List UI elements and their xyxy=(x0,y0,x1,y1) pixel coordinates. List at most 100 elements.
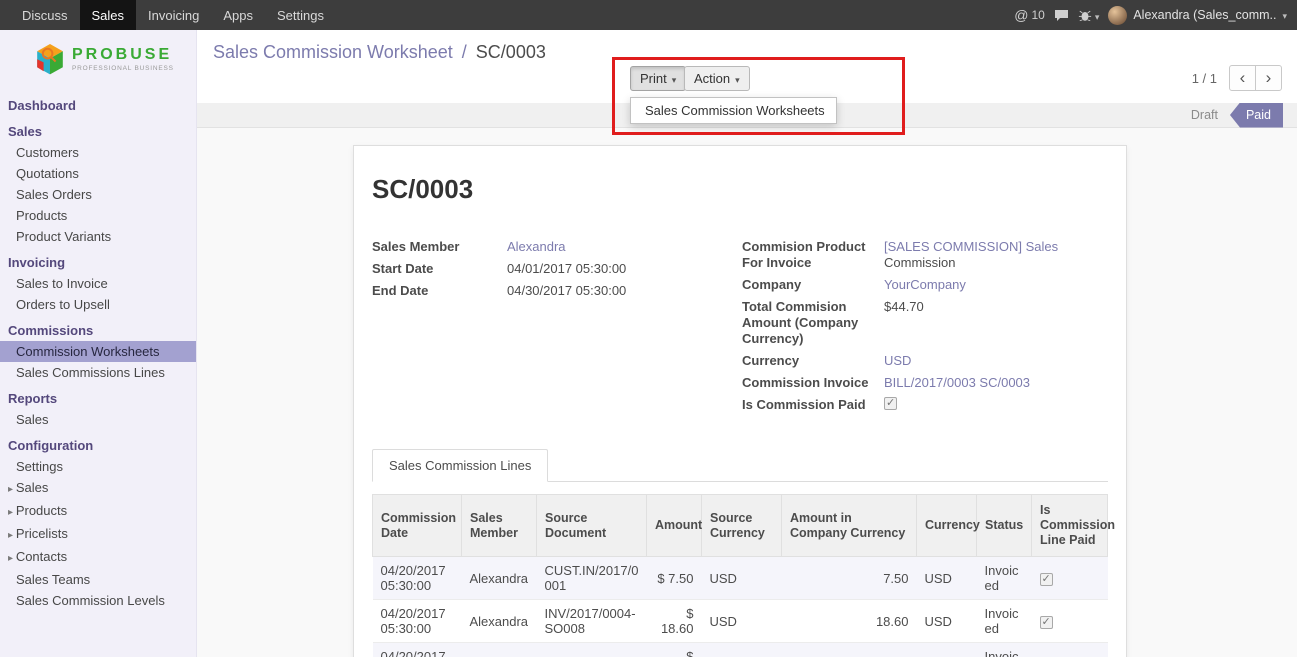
sidebar-item-sales-to-invoice[interactable]: Sales to Invoice xyxy=(0,273,196,294)
sidebar-item-customers[interactable]: Customers xyxy=(0,142,196,163)
user-name: Alexandra (Sales_comm.. xyxy=(1133,8,1276,22)
cell-amount: $ 18.60 xyxy=(647,600,702,643)
is-commission-paid-checkbox[interactable] xyxy=(884,397,897,410)
col-header-source-document[interactable]: Source Document xyxy=(537,495,647,557)
nav-settings[interactable]: Settings xyxy=(265,0,336,30)
sidebar-section-configuration[interactable]: Configuration xyxy=(0,435,196,456)
chat-bubble-icon xyxy=(1054,9,1069,22)
sidebar-section-invoicing[interactable]: Invoicing xyxy=(0,252,196,273)
line-paid-checkbox[interactable] xyxy=(1040,573,1053,586)
cell-commission-date: 04/20/2017 05:30:00 xyxy=(373,557,462,600)
table-row[interactable]: 04/20/2017 05:30:00 Alexandra CUST.IN/20… xyxy=(373,557,1108,600)
col-header-sales-member[interactable]: Sales Member xyxy=(462,495,537,557)
print-button[interactable]: Print xyxy=(630,66,686,91)
messages-button[interactable] xyxy=(1054,9,1069,22)
sidebar-item-sales-orders[interactable]: Sales Orders xyxy=(0,184,196,205)
commission-invoice-link[interactable]: BILL/2017/0003 SC/0003 xyxy=(884,375,1030,391)
cell-source-document: INV/2017/0004-SO008 xyxy=(537,600,647,643)
col-header-currency[interactable]: Currency xyxy=(917,495,977,557)
status-draft[interactable]: Draft xyxy=(1191,108,1218,122)
sidebar-item-config-sales[interactable]: Sales xyxy=(0,477,196,500)
start-date-value: 04/01/2017 05:30:00 xyxy=(507,261,626,277)
action-button[interactable]: Action xyxy=(684,66,750,91)
cell-source-currency: USD xyxy=(702,643,782,657)
sidebar-item-reports-sales[interactable]: Sales xyxy=(0,409,196,430)
sidebar-item-product-variants[interactable]: Product Variants xyxy=(0,226,196,247)
cell-currency: USD xyxy=(917,557,977,600)
sidebar-section-sales[interactable]: Sales xyxy=(0,121,196,142)
line-paid-checkbox[interactable] xyxy=(1040,616,1053,629)
sidebar-item-orders-to-upsell[interactable]: Orders to Upsell xyxy=(0,294,196,315)
probuse-logo-text: PROBUSE PROFESSIONAL BUSINESS xyxy=(72,47,174,73)
cell-status: Invoiced xyxy=(977,643,1032,657)
sidebar-item-quotations[interactable]: Quotations xyxy=(0,163,196,184)
user-menu[interactable]: Alexandra (Sales_comm.. xyxy=(1108,6,1287,25)
nav-invoicing[interactable]: Invoicing xyxy=(136,0,211,30)
sidebar-item-sales-commission-levels[interactable]: Sales Commission Levels xyxy=(0,590,196,611)
main-content: Sales Commission Worksheet / SC/0003 Pri… xyxy=(197,30,1297,657)
currency-link[interactable]: USD xyxy=(884,353,911,369)
sidebar-item-products[interactable]: Products xyxy=(0,205,196,226)
sidebar-item-contacts[interactable]: Contacts xyxy=(0,546,196,569)
top-navbar: Discuss Sales Invoicing Apps Settings 10 xyxy=(0,0,1297,30)
notebook-tabs: Sales Commission Lines xyxy=(372,449,1108,482)
status-paid-badge[interactable]: Paid xyxy=(1230,103,1283,128)
cell-company-amount: 7.50 xyxy=(782,557,917,600)
field-label: Total Commision Amount (Company Currency… xyxy=(742,299,884,347)
col-header-source-currency[interactable]: Source Currency xyxy=(702,495,782,557)
field-label: Commission Invoice xyxy=(742,375,884,391)
sidebar-item-config-products[interactable]: Products xyxy=(0,500,196,523)
table-header-row: Commission Date Sales Member Source Docu… xyxy=(373,495,1108,557)
col-header-amount-company-currency[interactable]: Amount in Company Currency xyxy=(782,495,917,557)
tab-sales-commission-lines[interactable]: Sales Commission Lines xyxy=(372,449,548,482)
cell-line-paid xyxy=(1032,600,1108,643)
table-row[interactable]: 04/20/2017 05:30:00 Alexandra INV/2017/0… xyxy=(373,600,1108,643)
sidebar-item-commission-worksheets[interactable]: Commission Worksheets xyxy=(0,341,196,362)
field-label: Commision Product For Invoice xyxy=(742,239,884,271)
chevron-down-icon xyxy=(1282,8,1287,22)
sales-member-link[interactable]: Alexandra xyxy=(507,239,566,255)
col-header-amount[interactable]: Amount xyxy=(647,495,702,557)
cell-sales-member: Alexandra xyxy=(462,557,537,600)
bug-icon xyxy=(1078,9,1092,22)
table-row[interactable]: 04/20/2017 10:35:53 Alexandra SO008 $ 18… xyxy=(373,643,1108,657)
cell-source-document: SO008 xyxy=(537,643,647,657)
cell-status: Invoiced xyxy=(977,557,1032,600)
commission-product-link[interactable]: [SALES COMMISSION] Sales xyxy=(884,239,1058,254)
debug-menu-button[interactable] xyxy=(1078,8,1100,23)
breadcrumb: Sales Commission Worksheet / SC/0003 xyxy=(213,42,546,63)
mentions-button[interactable]: 10 xyxy=(1014,7,1045,23)
sidebar-item-dashboard[interactable]: Dashboard xyxy=(0,95,196,116)
print-dropdown-item-worksheets[interactable]: Sales Commission Worksheets xyxy=(631,98,836,123)
nav-apps[interactable]: Apps xyxy=(211,0,265,30)
chevron-down-icon xyxy=(1095,8,1100,23)
logo-title: PROBUSE xyxy=(72,47,174,63)
record-title: SC/0003 xyxy=(372,174,1108,205)
sidebar-item-sales-teams[interactable]: Sales Teams xyxy=(0,569,196,590)
cell-sales-member: Alexandra xyxy=(462,600,537,643)
topbar-right: 10 Alexandra (Sales_comm.. xyxy=(1014,0,1297,30)
sidebar-section-commissions[interactable]: Commissions xyxy=(0,320,196,341)
fields-left-column: Sales Member Alexandra Start Date 04/01/… xyxy=(372,239,742,419)
chevron-down-icon xyxy=(672,71,677,86)
sidebar-item-sales-commissions-lines[interactable]: Sales Commissions Lines xyxy=(0,362,196,383)
sidebar-section-reports[interactable]: Reports xyxy=(0,388,196,409)
fields-right-column: Commision Product For Invoice [SALES COM… xyxy=(742,239,1108,419)
sidebar-item-settings[interactable]: Settings xyxy=(0,456,196,477)
breadcrumb-parent[interactable]: Sales Commission Worksheet xyxy=(213,42,453,62)
nav-discuss[interactable]: Discuss xyxy=(10,0,80,30)
pager-buttons xyxy=(1229,65,1282,91)
field-label: Sales Member xyxy=(372,239,507,255)
col-header-is-commission-line-paid[interactable]: Is Commission Line Paid xyxy=(1032,495,1108,557)
sidebar-item-pricelists[interactable]: Pricelists xyxy=(0,523,196,546)
company-link[interactable]: YourCompany xyxy=(884,277,966,293)
nav-sales[interactable]: Sales xyxy=(80,0,137,30)
cell-line-paid xyxy=(1032,643,1108,657)
pager-next-button[interactable] xyxy=(1255,65,1282,91)
form-sheet: SC/0003 Sales Member Alexandra Start Dat… xyxy=(353,145,1127,657)
col-header-commission-date[interactable]: Commission Date xyxy=(373,495,462,557)
end-date-value: 04/30/2017 05:30:00 xyxy=(507,283,626,299)
probuse-logo: PROBUSE PROFESSIONAL BUSINESS xyxy=(0,30,196,90)
col-header-status[interactable]: Status xyxy=(977,495,1032,557)
pager-previous-button[interactable] xyxy=(1229,65,1256,91)
